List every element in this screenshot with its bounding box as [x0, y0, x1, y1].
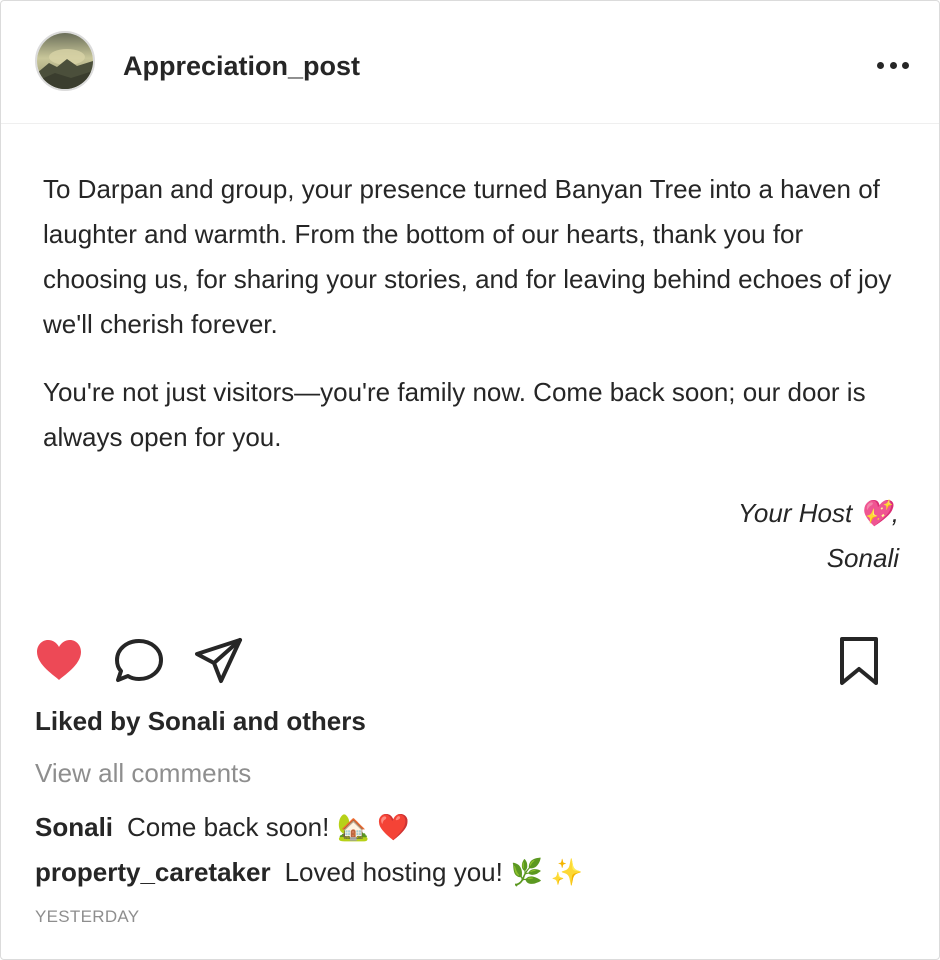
comment-emoji: 🏡 ❤️ [337, 812, 410, 842]
avatar-landscape-image [37, 33, 93, 89]
comment-bubble-icon[interactable] [113, 635, 165, 687]
post-signoff: Your Host 💖, Sonali [738, 491, 899, 581]
more-dot-icon [877, 61, 884, 69]
view-all-comments-link[interactable]: View all comments [35, 755, 251, 791]
signoff-greeting: Your Host 💖, [738, 498, 899, 528]
comment-item: Sonali Come back soon! 🏡 ❤️ [35, 809, 409, 845]
post-caption: To Darpan and group, your presence turne… [43, 167, 913, 483]
heart-icon[interactable] [33, 635, 85, 687]
post-username[interactable]: Appreciation_post [123, 49, 360, 83]
paper-plane-icon[interactable] [193, 635, 245, 687]
action-bar [1, 631, 939, 691]
comment-text: Loved hosting you! [284, 857, 503, 887]
more-options-button[interactable] [877, 51, 909, 79]
caption-paragraph: To Darpan and group, your presence turne… [43, 174, 892, 339]
post-header: Appreciation_post [1, 1, 939, 124]
comment-emoji: 🌿 ✨ [510, 857, 583, 887]
likes-summary[interactable]: Liked by Sonali and others [35, 703, 366, 739]
comment-author[interactable]: property_caretaker [35, 857, 271, 887]
avatar[interactable] [35, 31, 95, 91]
post-timestamp: YESTERDAY [35, 907, 140, 926]
more-dot-icon [902, 61, 909, 69]
comment-item: property_caretaker Loved hosting you! 🌿 ✨ [35, 854, 583, 890]
bookmark-icon[interactable] [833, 635, 885, 687]
comment-text: Come back soon! [127, 812, 330, 842]
signoff-name: Sonali [826, 543, 899, 573]
caption-paragraph: You're not just visitors—you're family n… [43, 377, 866, 452]
comment-author[interactable]: Sonali [35, 812, 113, 842]
post-card: Appreciation_post To Darpan and group, y… [0, 0, 940, 960]
more-dot-icon [889, 61, 897, 69]
